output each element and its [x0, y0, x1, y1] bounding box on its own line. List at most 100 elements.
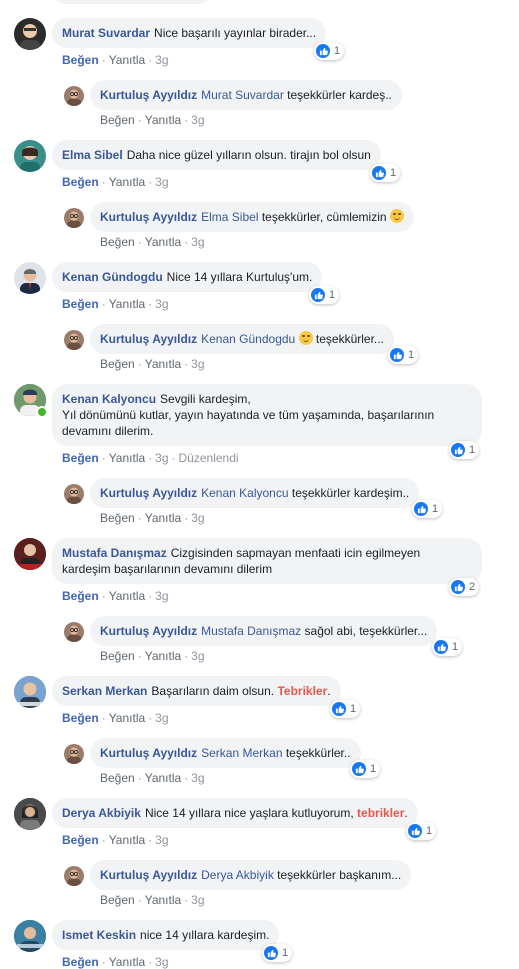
reply-author[interactable]: Kurtuluş Ayyıldız [100, 486, 197, 500]
avatar[interactable] [14, 798, 46, 830]
avatar[interactable] [14, 262, 46, 294]
reply-link[interactable]: Yanıtla [145, 113, 181, 127]
person-photo-icon [67, 625, 81, 642]
avatar[interactable] [14, 920, 46, 952]
comment-author[interactable]: Murat Suvardar [62, 26, 150, 40]
mention-tag[interactable]: Derya Akbiyik [201, 868, 274, 882]
avatar[interactable] [14, 18, 46, 50]
comment-age[interactable]: 3g [155, 833, 168, 847]
reply-link[interactable]: Yanıtla [109, 53, 145, 67]
comment-age[interactable]: 3g [155, 955, 168, 969]
comment-age[interactable]: 3g [191, 235, 204, 249]
reply-link[interactable]: Yanıtla [145, 511, 181, 525]
like-link[interactable]: Beğen [62, 833, 99, 847]
reply-link[interactable]: Yanıtla [109, 833, 145, 847]
reply-link[interactable]: Yanıtla [109, 711, 145, 725]
reply-link[interactable]: Yanıtla [145, 893, 181, 907]
reply-link[interactable]: Yanıtla [145, 649, 181, 663]
reply-author[interactable]: Kurtuluş Ayyıldız [100, 868, 197, 882]
mention-tag[interactable]: Elma Sibel [201, 210, 258, 224]
reply-author[interactable]: Kurtuluş Ayyıldız [100, 624, 197, 638]
like-link[interactable]: Beğen [100, 511, 135, 525]
like-link[interactable]: Beğen [62, 955, 99, 969]
reaction-count[interactable]: 1 [309, 286, 340, 304]
reply-bubble: Kurtuluş Ayyıldız Mustafa Danışmaz sağol … [90, 616, 438, 646]
mention-tag[interactable]: Mustafa Danışmaz [201, 624, 301, 638]
reply-author[interactable]: Kurtuluş Ayyıldız [100, 332, 197, 346]
avatar[interactable] [64, 622, 84, 642]
reply-link[interactable]: Yanıtla [109, 297, 145, 311]
avatar[interactable] [64, 330, 84, 350]
reply-author[interactable]: Kurtuluş Ayyıldız [100, 210, 197, 224]
thumbs-up-icon [451, 443, 465, 457]
avatar[interactable] [64, 208, 84, 228]
like-link[interactable]: Beğen [100, 357, 135, 371]
comment-author[interactable]: Ismet Keskin [62, 928, 136, 942]
avatar[interactable] [64, 484, 84, 504]
comment-age[interactable]: 3g [191, 893, 204, 907]
comment-author[interactable]: Derya Akbiyik [62, 806, 141, 820]
reply-author[interactable]: Kurtuluş Ayyıldız [100, 88, 197, 102]
comment-age[interactable]: 3g [155, 175, 168, 189]
comment-age[interactable]: 3g [155, 711, 168, 725]
reaction-count[interactable]: 1 [412, 500, 443, 518]
comment-age[interactable]: 3g [155, 297, 168, 311]
reaction-count[interactable]: 2 [449, 578, 480, 596]
reply-link[interactable]: Yanıtla [145, 235, 181, 249]
reply-link[interactable]: Yanıtla [109, 589, 145, 603]
mention-tag[interactable]: Serkan Merkan [201, 746, 282, 760]
like-link[interactable]: Beğen [62, 175, 99, 189]
avatar[interactable] [64, 866, 84, 886]
person-photo-icon [67, 333, 81, 350]
like-link[interactable]: Beğen [62, 53, 99, 67]
mention-tag[interactable]: Murat Suvardar [201, 88, 284, 102]
avatar[interactable] [14, 676, 46, 708]
like-link[interactable]: Beğen [62, 297, 99, 311]
avatar[interactable] [64, 86, 84, 106]
reaction-count[interactable]: 1 [370, 164, 401, 182]
reply-link[interactable]: Yanıtla [145, 357, 181, 371]
mention-tag[interactable]: Kenan Gündogdu [201, 332, 295, 346]
comment-text: Başarıların daim olsun. [151, 684, 275, 698]
mention-tag[interactable]: Kenan Kalyoncu [201, 486, 288, 500]
reply-author[interactable]: Kurtuluş Ayyıldız [100, 746, 197, 760]
reaction-count[interactable]: 1 [432, 638, 463, 656]
reaction-count[interactable]: 1 [350, 760, 381, 778]
reaction-count[interactable]: 1 [314, 42, 345, 60]
like-link[interactable]: Beğen [62, 711, 99, 725]
comment-author[interactable]: Mustafa Danışmaz [62, 546, 167, 560]
like-link[interactable]: Beğen [100, 893, 135, 907]
reaction-count[interactable]: 1 [330, 700, 361, 718]
comment-author[interactable]: Kenan Kalyoncu [62, 392, 156, 406]
like-link[interactable]: Beğen [100, 113, 135, 127]
like-link[interactable]: Beğen [100, 235, 135, 249]
avatar[interactable] [14, 140, 46, 172]
comment-author[interactable]: Serkan Merkan [62, 684, 147, 698]
like-link[interactable]: Beğen [100, 771, 135, 785]
edited-label[interactable]: Düzenlendi [179, 451, 239, 465]
reply-link[interactable]: Yanıtla [145, 771, 181, 785]
comment-age[interactable]: 3g [191, 113, 204, 127]
comment-author[interactable]: Kenan Gündogdu [62, 270, 163, 284]
comment-age[interactable]: 3g [191, 771, 204, 785]
comment-age[interactable]: 3g [191, 511, 204, 525]
reply-link[interactable]: Yanıtla [109, 175, 145, 189]
comment-age[interactable]: 3g [191, 649, 204, 663]
like-link[interactable]: Beğen [62, 589, 99, 603]
reaction-count[interactable]: 1 [406, 822, 437, 840]
avatar[interactable] [64, 744, 84, 764]
comment-age[interactable]: 3g [191, 357, 204, 371]
comment-age[interactable]: 3g [155, 451, 168, 465]
like-link[interactable]: Beğen [62, 451, 99, 465]
like-link[interactable]: Beğen [100, 649, 135, 663]
reaction-count[interactable]: 1 [388, 346, 419, 364]
reaction-count[interactable]: 1 [449, 441, 480, 459]
comment-author[interactable]: Elma Sibel [62, 148, 123, 162]
reaction-count[interactable]: 1 [262, 944, 293, 962]
avatar[interactable] [14, 538, 46, 570]
comment-age[interactable]: 3g [155, 589, 168, 603]
reply-link[interactable]: Yanıtla [109, 451, 145, 465]
comment-age[interactable]: 3g [155, 53, 168, 67]
comment-bubble: Mustafa Danışmaz Cizgisinden sapmayan men… [52, 538, 482, 584]
reply-link[interactable]: Yanıtla [109, 955, 145, 969]
